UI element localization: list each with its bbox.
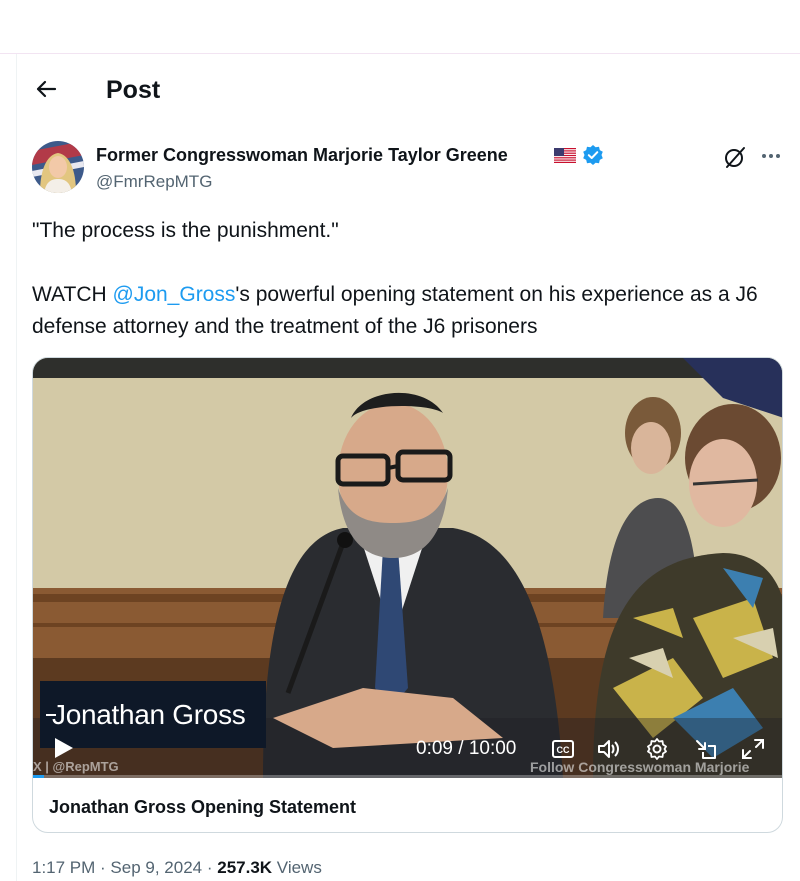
tweet-text: "The process is the punishment." WATCH @… — [32, 215, 782, 343]
svg-text:CC: CC — [557, 745, 570, 755]
post-time[interactable]: 1:17 PM — [32, 858, 95, 877]
watermark-left: X | @RepMTG — [33, 759, 119, 774]
post-metadata: 1:17 PM · Sep 9, 2024 · 257.3K Views — [32, 858, 322, 878]
fullscreen-icon[interactable] — [741, 738, 765, 760]
post-date[interactable]: Sep 9, 2024 — [110, 858, 202, 877]
us-flag-icon — [554, 148, 576, 163]
lower-third-dash — [46, 714, 56, 716]
captions-icon[interactable]: CC — [551, 738, 575, 760]
top-bar — [0, 0, 800, 54]
back-button[interactable] — [31, 74, 61, 104]
tweet-watch: WATCH — [32, 283, 107, 306]
watermark-right: Follow Congresswoman Marjorie — [530, 759, 750, 775]
video-player[interactable]: Jonathan Gross X | @RepMTG Follow Congre… — [33, 358, 782, 778]
play-icon[interactable] — [51, 736, 75, 760]
media-caption[interactable]: Jonathan Gross Opening Statement — [49, 797, 356, 818]
avatar[interactable] — [32, 141, 84, 193]
media-card[interactable]: Jonathan Gross X | @RepMTG Follow Congre… — [32, 357, 783, 833]
settings-icon[interactable] — [645, 738, 669, 760]
tweet-body: WATCH @Jon_Gross's powerful opening stat… — [32, 279, 782, 343]
more-options-icon[interactable] — [759, 145, 783, 167]
video-progress-bar[interactable] — [33, 775, 782, 778]
video-progress-fill — [33, 775, 45, 778]
page-title: Post — [106, 76, 161, 104]
pip-icon[interactable] — [694, 738, 718, 760]
video-time: 0:09 / 10:00 — [416, 738, 517, 759]
author-name[interactable]: Former Congresswoman Marjorie Taylor Gre… — [96, 144, 508, 166]
mention-link[interactable]: @Jon_Gross — [113, 283, 236, 306]
author-handle[interactable]: @FmrRepMTG — [96, 172, 212, 192]
verified-badge-icon — [583, 145, 603, 165]
column-border — [16, 54, 17, 881]
views-label: Views — [272, 858, 322, 877]
volume-icon[interactable] — [596, 738, 620, 760]
arrow-left-icon — [36, 80, 57, 98]
views-count: 257.3K — [217, 858, 273, 877]
tweet-quote: "The process is the punishment." — [32, 219, 339, 242]
lower-third-name: Jonathan Gross — [52, 698, 246, 730]
page-header: Post — [17, 62, 800, 120]
meta-separator: · — [95, 858, 111, 877]
meta-separator-2: · — [202, 858, 218, 877]
grok-icon[interactable] — [723, 145, 747, 169]
